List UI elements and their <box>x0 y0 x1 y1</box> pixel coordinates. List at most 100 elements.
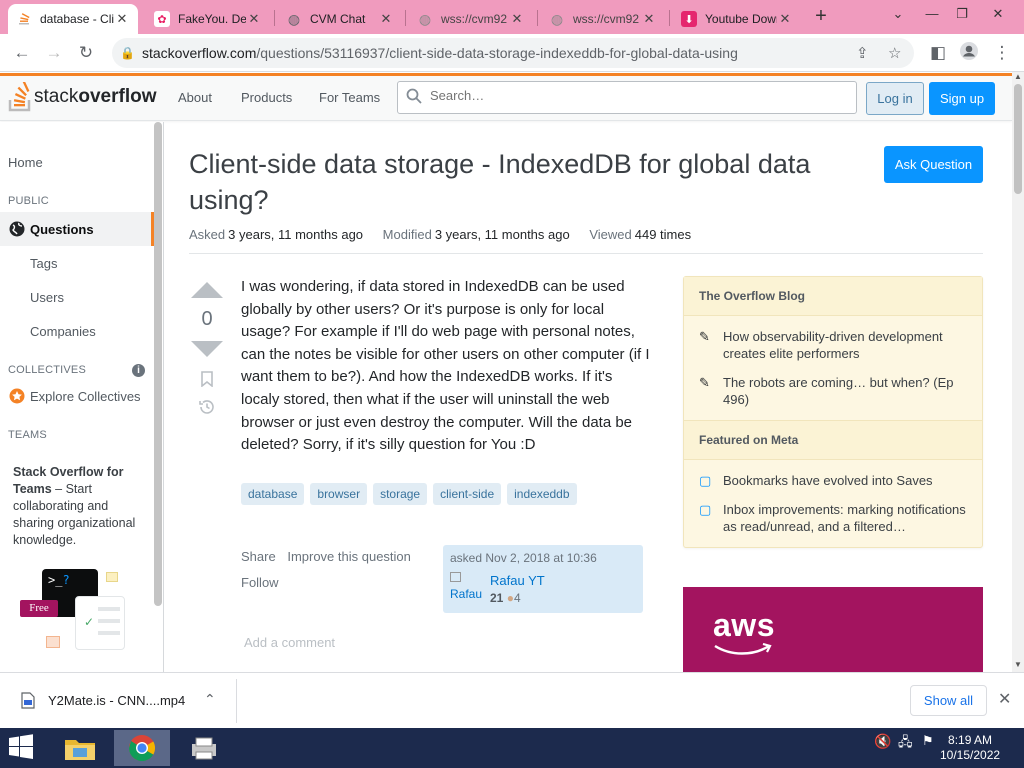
aws-smile-icon <box>714 643 772 655</box>
tab-wss-2[interactable]: ◍ wss://cvm92 ✕ <box>541 4 665 34</box>
restore-icon[interactable]: ❐ <box>952 6 972 22</box>
clock-time: 8:19 AM <box>948 733 993 747</box>
avatar-alt-text: Rafau <box>450 587 483 601</box>
so-logo[interactable]: stack overflow <box>8 82 156 112</box>
post-actions: Share Improve this question Follow <box>241 549 411 590</box>
bookmark-star-icon[interactable]: ☆ <box>888 44 901 62</box>
side-panel-icon[interactable]: ◧ <box>926 41 950 65</box>
user-name-link[interactable]: Rafau YT <box>490 573 545 588</box>
back-icon[interactable]: ← <box>10 41 34 65</box>
profile-icon[interactable] <box>957 41 981 65</box>
tag-storage[interactable]: storage <box>373 483 428 505</box>
aws-ad-banner[interactable]: aws <box>683 587 983 672</box>
close-tab-icon[interactable]: ✕ <box>509 11 525 27</box>
tag-client-side[interactable]: client-side <box>433 483 502 505</box>
tab-search-icon[interactable]: ⌄ <box>888 6 908 22</box>
browser-tab-strip: database - Client-side ✕ ✿ FakeYou. Deep… <box>0 0 1024 34</box>
overflow-blog-widget: The Overflow Blog ✎ How observability-dri… <box>683 276 983 548</box>
close-tab-icon[interactable]: ✕ <box>641 11 657 27</box>
tab-wss-1[interactable]: ◍ wss://cvm92 ✕ <box>409 4 533 34</box>
nav-explore-collectives[interactable]: Explore Collectives <box>30 389 141 404</box>
question-meta: Asked 3 years, 11 months ago Modified 3 ye… <box>189 227 707 242</box>
blog-heading: The Overflow Blog <box>684 277 982 316</box>
globe-icon: ◍ <box>550 10 564 27</box>
meta-item[interactable]: ▢ Bookmarks have evolved into Saves <box>684 466 982 495</box>
close-tab-icon[interactable]: ✕ <box>378 11 394 27</box>
share-icon[interactable]: ⇪ <box>856 44 869 62</box>
nav-companies[interactable]: Companies <box>30 324 96 339</box>
blog-item-text: How observability-driven development cre… <box>723 329 943 361</box>
nav-products[interactable]: Products <box>241 90 292 105</box>
download-icon: ⬇ <box>681 11 697 27</box>
nav-users[interactable]: Users <box>30 290 64 305</box>
teams-promo-text: Stack Overflow for Teams – Start collabo… <box>13 464 148 549</box>
logo-stack-text: stack <box>34 86 79 107</box>
tag-browser[interactable]: browser <box>310 483 368 505</box>
download-file-name[interactable]: Y2Mate.is - CNN....mp4 <box>48 693 185 708</box>
nav-tags[interactable]: Tags <box>30 256 57 271</box>
reload-icon[interactable]: ↻ <box>74 41 98 65</box>
blog-item[interactable]: ✎ The robots are coming… but when? (Ep 49… <box>684 368 982 414</box>
ask-question-button[interactable]: Ask Question <box>884 146 983 183</box>
tab-youtube-down[interactable]: ⬇ Youtube Down ✕ <box>673 4 801 34</box>
scroll-down-arrow-icon[interactable]: ▼ <box>1014 660 1022 669</box>
tag-indexeddb[interactable]: indexeddb <box>507 483 577 505</box>
login-button[interactable]: Log in <box>866 82 924 115</box>
scroll-up-arrow-icon[interactable]: ▲ <box>1014 72 1022 81</box>
tag-database[interactable]: database <box>241 483 305 505</box>
tab-fakeyou[interactable]: ✿ FakeYou. Deep ✕ <box>146 4 270 34</box>
info-icon[interactable]: i <box>132 364 145 377</box>
tab-cvm-chat[interactable]: ◍ CVM Chat ✕ <box>278 4 402 34</box>
history-icon[interactable] <box>189 398 225 419</box>
share-link[interactable]: Share <box>241 549 276 564</box>
printer-app-icon[interactable] <box>176 730 232 766</box>
blog-item[interactable]: ✎ How observability-driven development cr… <box>684 322 982 368</box>
downvote-arrow-icon[interactable] <box>191 341 223 357</box>
close-window-icon[interactable]: ✕ <box>988 6 1008 22</box>
action-center-icon[interactable]: ⚑ <box>922 733 934 749</box>
follow-link[interactable]: Follow <box>241 575 411 590</box>
network-icon[interactable]: 🖧 <box>898 733 913 755</box>
logo-overflow-text: overflow <box>78 86 157 107</box>
file-icon <box>21 692 35 712</box>
browser-toolbar: ← → ↻ 🔒 stackoverflow.com/questions/5311… <box>0 34 1024 72</box>
close-tab-icon[interactable]: ✕ <box>114 11 130 27</box>
chevron-up-icon[interactable]: ⌃ <box>204 691 216 708</box>
close-icon[interactable]: ✕ <box>998 689 1011 709</box>
close-tab-icon[interactable]: ✕ <box>777 11 793 27</box>
menu-kebab-icon[interactable]: ⋮ <box>990 41 1014 65</box>
globe-icon <box>9 221 25 240</box>
url-text: stackoverflow.com/questions/53116937/cli… <box>142 45 738 61</box>
signup-button[interactable]: Sign up <box>929 82 995 115</box>
forward-icon[interactable]: → <box>42 41 66 65</box>
new-tab-icon[interactable]: + <box>810 6 832 28</box>
chrome-icon[interactable] <box>114 730 170 766</box>
tab-database[interactable]: database - Client-side ✕ <box>8 4 138 34</box>
scrollbar-thumb[interactable] <box>1014 84 1022 194</box>
question-title[interactable]: Client-side data storage - IndexedDB for… <box>189 146 829 218</box>
nav-for-teams[interactable]: For Teams <box>319 90 380 105</box>
avatar[interactable]: Rafau <box>450 572 486 604</box>
add-comment-link[interactable]: Add a comment <box>244 635 335 650</box>
broken-image-icon <box>450 572 461 582</box>
address-bar[interactable]: 🔒 stackoverflow.com/questions/53116937/c… <box>112 38 914 68</box>
nav-questions[interactable]: Questions <box>0 212 154 246</box>
search-input[interactable] <box>430 88 830 103</box>
page-scrollbar[interactable]: ▲ ▼ <box>1012 72 1024 672</box>
nav-about[interactable]: About <box>178 90 212 105</box>
bookmark-icon[interactable] <box>189 371 225 390</box>
volume-muted-icon[interactable]: 🔇 <box>874 733 891 750</box>
windows-start-icon[interactable] <box>6 734 40 762</box>
meta-item[interactable]: ▢ Inbox improvements: marking notificatio… <box>684 495 982 541</box>
nav-home[interactable]: Home <box>8 155 43 170</box>
close-tab-icon[interactable]: ✕ <box>246 11 262 27</box>
vote-count: 0 <box>201 308 213 330</box>
minimize-icon[interactable]: — <box>922 6 942 21</box>
system-clock[interactable]: 8:19 AM 10/15/2022 <box>940 733 1000 763</box>
show-all-button[interactable]: Show all <box>910 685 987 716</box>
sidebar-scrollbar[interactable] <box>154 122 162 606</box>
upvote-arrow-icon[interactable] <box>191 282 223 298</box>
improve-question-link[interactable]: Improve this question <box>287 549 411 564</box>
search-box[interactable] <box>397 81 857 114</box>
file-explorer-icon[interactable] <box>52 730 108 766</box>
